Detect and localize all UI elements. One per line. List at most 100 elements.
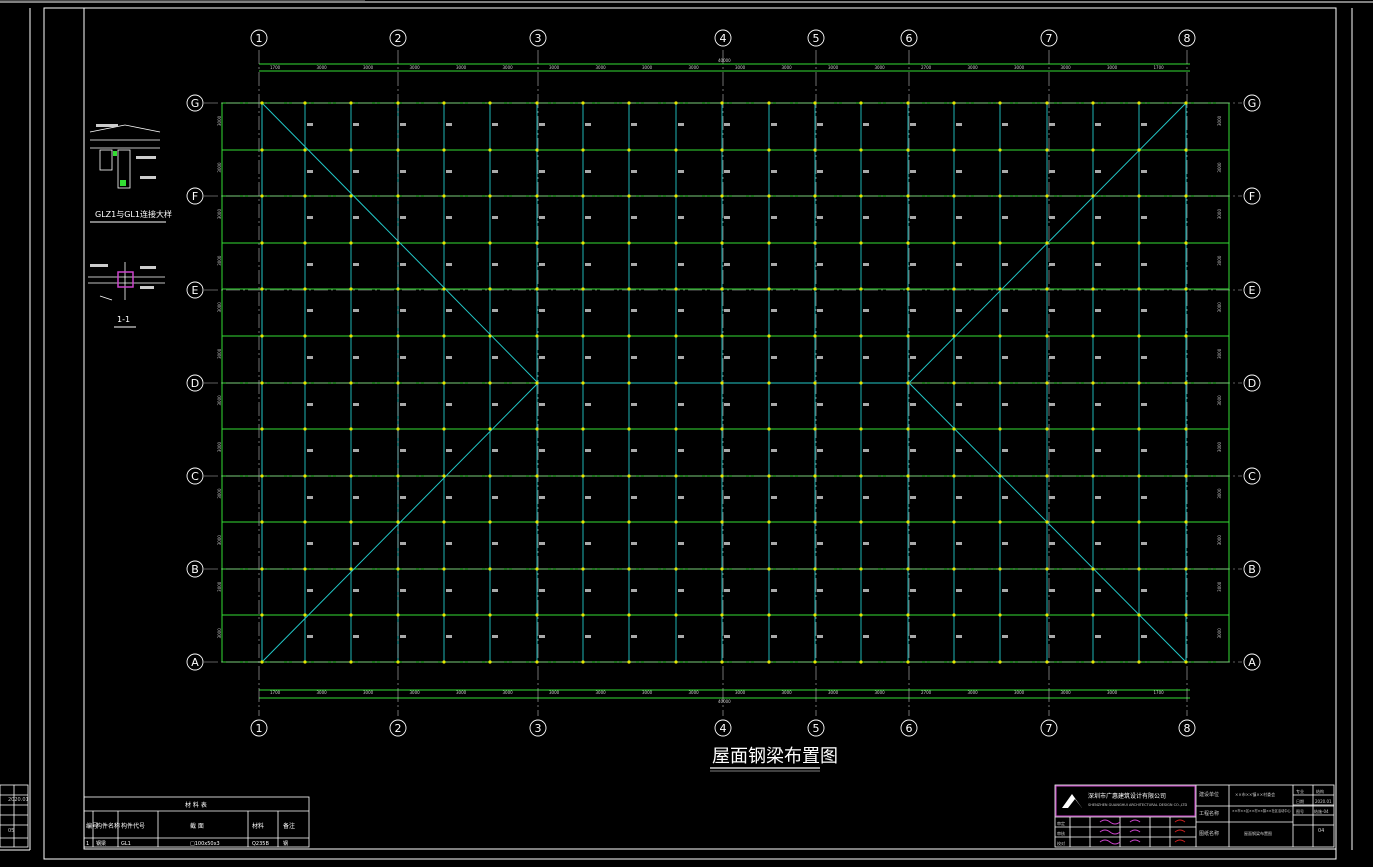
beam-node: [627, 381, 631, 385]
beam-node: [767, 287, 771, 291]
roof-beam-plan: 1700 1700 3000 3000 3000 3000 3000 3000 3000 3000…: [186, 29, 1261, 737]
beam-node: [1091, 241, 1095, 245]
beam-node: [349, 520, 353, 524]
beam-node: [813, 567, 817, 571]
material-table-header: 构件名称: [96, 822, 120, 830]
beam-node: [859, 194, 863, 198]
beam-tag: [446, 356, 452, 359]
beam-node: [303, 148, 307, 152]
beam-node: [488, 148, 492, 152]
beam-tag: [1095, 403, 1101, 406]
beam-node: [952, 660, 956, 664]
beam-tag: [956, 356, 962, 359]
dim-label-top: 1700: [270, 65, 281, 70]
beam-node: [859, 520, 863, 524]
beam-tag: [631, 123, 637, 126]
beam-node: [442, 427, 446, 431]
beam-node: [488, 194, 492, 198]
beam-node: [1045, 381, 1049, 385]
beam-node: [859, 567, 863, 571]
beam-tag: [956, 263, 962, 266]
beam-node: [720, 194, 724, 198]
left-strip-date: 2020.01: [8, 797, 29, 803]
dim-label-top: 3000: [1061, 65, 1072, 70]
beam-node: [581, 613, 585, 617]
beam-node: [349, 427, 353, 431]
dim-label-bottom: 3000: [968, 690, 979, 695]
beam-node: [627, 241, 631, 245]
beam-node: [952, 287, 956, 291]
beam-node: [349, 660, 353, 664]
beam-node: [535, 474, 539, 478]
beam-node: [674, 381, 678, 385]
beam-node: [442, 194, 446, 198]
beam-node: [581, 101, 585, 105]
grid-label-column: 6: [906, 722, 913, 735]
beam-node: [1045, 520, 1049, 524]
beam-node: [349, 381, 353, 385]
beam-tag: [631, 263, 637, 266]
beam-node: [1184, 427, 1188, 431]
beam-tag: [539, 635, 545, 638]
drawing-name-value: 屋面钢梁布置图: [1244, 830, 1272, 836]
beam-node: [998, 334, 1002, 338]
beam-node: [260, 381, 264, 385]
beam-node: [349, 194, 353, 198]
row-dim-right: 3000: [1217, 115, 1222, 126]
beam-tag: [817, 635, 823, 638]
beam-tag: [1049, 309, 1055, 312]
left-strip-table: [0, 784, 29, 848]
beam-tag: [817, 403, 823, 406]
beam-node: [442, 567, 446, 571]
grid-label-row: F: [192, 190, 198, 203]
beam-tag: [400, 170, 406, 173]
beam-node: [260, 520, 264, 524]
beam-tag: [446, 123, 452, 126]
beam-tag: [353, 542, 359, 545]
beam-node: [952, 427, 956, 431]
beam-node: [674, 427, 678, 431]
beam-tag: [678, 542, 684, 545]
beam-tag: [585, 309, 591, 312]
beam-tag: [353, 496, 359, 499]
beam-node: [859, 381, 863, 385]
beam-tag: [492, 170, 498, 173]
beam-tag: [724, 403, 730, 406]
beam-tag: [307, 123, 313, 126]
beam-node: [1091, 381, 1095, 385]
beam-node: [260, 287, 264, 291]
beam-tag: [1002, 542, 1008, 545]
beam-node: [767, 148, 771, 152]
beam-tag: [863, 356, 869, 359]
material-table-cell: 钢: [283, 840, 288, 847]
material-table-cell: 钢梁: [96, 840, 106, 847]
beam-tag: [910, 403, 916, 406]
company-logo: [1062, 794, 1082, 808]
beam-tag: [400, 216, 406, 219]
beam-node: [998, 287, 1002, 291]
beam-tag: [1095, 263, 1101, 266]
row-dim-left: 3000: [217, 488, 222, 499]
beam-tag: [1095, 216, 1101, 219]
beam-tag: [724, 216, 730, 219]
beam-tag: [307, 589, 313, 592]
beam-tag: [724, 170, 730, 173]
dim-label-bottom: 3000: [456, 690, 467, 695]
beam-node: [998, 520, 1002, 524]
beam-tag: [585, 542, 591, 545]
material-table-header: 材料: [252, 822, 264, 830]
beam-tag: [771, 496, 777, 499]
beam-node: [720, 613, 724, 617]
row-dim-left: 3000: [217, 581, 222, 592]
beam-node: [813, 613, 817, 617]
beam-node: [767, 334, 771, 338]
beam-tag: [910, 170, 916, 173]
dim-label-top: 3000: [317, 65, 328, 70]
grid-label-column: 3: [535, 32, 542, 45]
beam-node: [488, 334, 492, 338]
drawing-name-label: 图纸名称: [1199, 830, 1219, 837]
dim-label-bottom: 3000: [828, 690, 839, 695]
beam-tag: [724, 589, 730, 592]
beam-node: [581, 520, 585, 524]
beam-node: [260, 474, 264, 478]
